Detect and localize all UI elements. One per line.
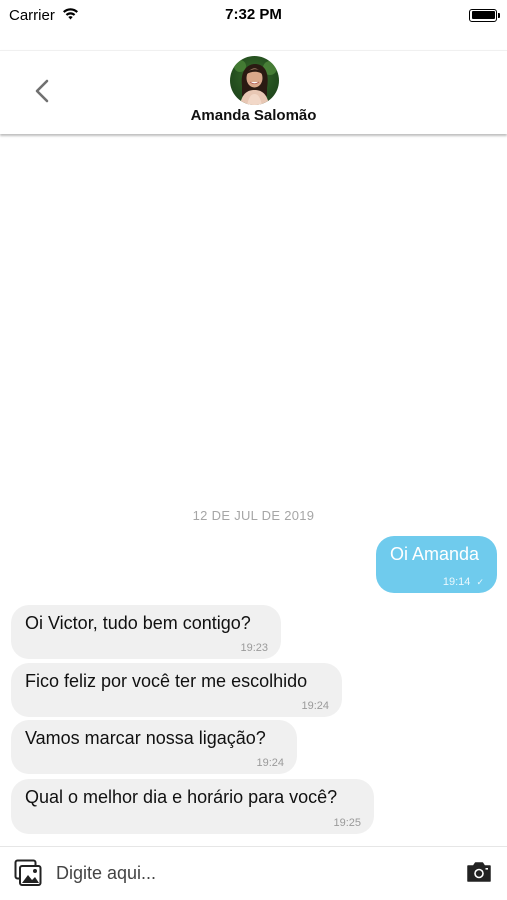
camera-button[interactable] [466,861,492,885]
chevron-left-icon [35,79,49,103]
message-time: 19:24 [256,757,284,769]
battery-level [471,11,495,19]
message-time: 19:25 [333,817,361,829]
camera-icon [467,862,491,882]
status-bar: Carrier 7:32 PM [0,0,507,30]
message-meta: 19:14 ✓ [443,576,484,588]
message-text: Oi Amanda [390,544,480,564]
message-composer [0,846,507,900]
message-bubble-incoming[interactable]: Fico feliz por você ter me escolhido 19:… [11,663,342,717]
message-bubble-incoming[interactable]: Oi Victor, tudo bem contigo? 19:23 [11,605,281,659]
battery-icon [469,8,500,22]
message-time: 19:24 [301,700,329,712]
status-time: 7:32 PM [225,6,282,23]
message-text: Fico feliz por você ter me escolhido [25,671,308,691]
message-text: Qual o melhor dia e horário para você? [25,787,338,807]
chat-screen: Carrier 7:32 PM Amanda Salomão 12 DE JUL… [0,0,507,900]
back-button[interactable] [30,77,54,105]
contact-name[interactable]: Amanda Salomão [0,107,507,124]
image-gallery-icon [14,859,42,886]
message-bubble-outgoing[interactable]: Oi Amanda 19:14 ✓ [376,536,497,593]
message-text: Oi Victor, tudo bem contigo? [25,613,251,633]
read-check-icon: ✓ [476,577,484,587]
date-separator: 12 DE JUL DE 2019 [192,508,315,523]
message-bubble-incoming[interactable]: Vamos marcar nossa ligação? 19:24 [11,720,297,774]
gallery-button[interactable] [14,859,42,887]
message-time: 19:23 [240,642,268,654]
message-text: Vamos marcar nossa ligação? [25,728,266,748]
message-bubble-incoming[interactable]: Qual o melhor dia e horário para você? 1… [11,779,374,834]
message-time: 19:14 [442,576,471,588]
avatar-photo [234,60,277,105]
message-input[interactable] [56,857,436,889]
message-list[interactable]: 12 DE JUL DE 2019 Oi Amanda 19:14 ✓ Oi V… [0,136,507,846]
chat-header: Amanda Salomão [0,50,507,134]
contact-avatar[interactable] [230,56,279,105]
